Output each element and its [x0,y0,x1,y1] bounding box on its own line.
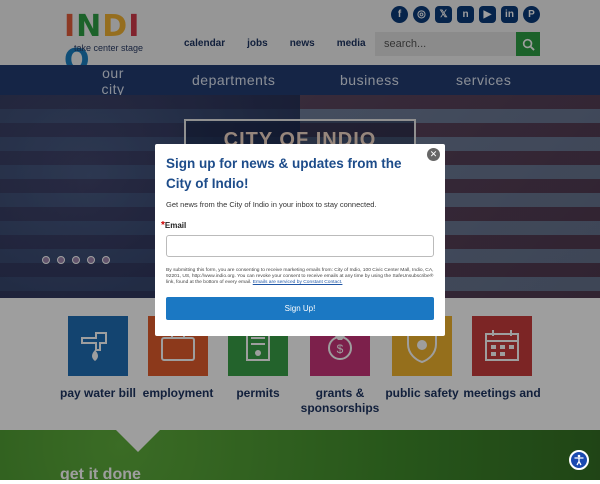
signup-button[interactable]: Sign Up! [166,297,434,320]
modal-title: Sign up for news & updates from the City… [166,156,402,191]
signup-modal: ✕ Sign up for news & updates from the Ci… [155,144,445,336]
consent-text: By submitting this form, you are consent… [166,268,436,286]
accessibility-icon [574,454,584,466]
accessibility-button[interactable] [569,450,589,470]
email-label-text: Email [164,221,187,230]
modal-description: Get news from the City of Indio in your … [166,200,377,209]
constant-contact-link[interactable]: Emails are serviced by Constant Contact. [253,280,343,285]
email-field[interactable] [166,235,434,257]
email-label: *Email [161,220,186,231]
close-icon[interactable]: ✕ [427,148,440,161]
